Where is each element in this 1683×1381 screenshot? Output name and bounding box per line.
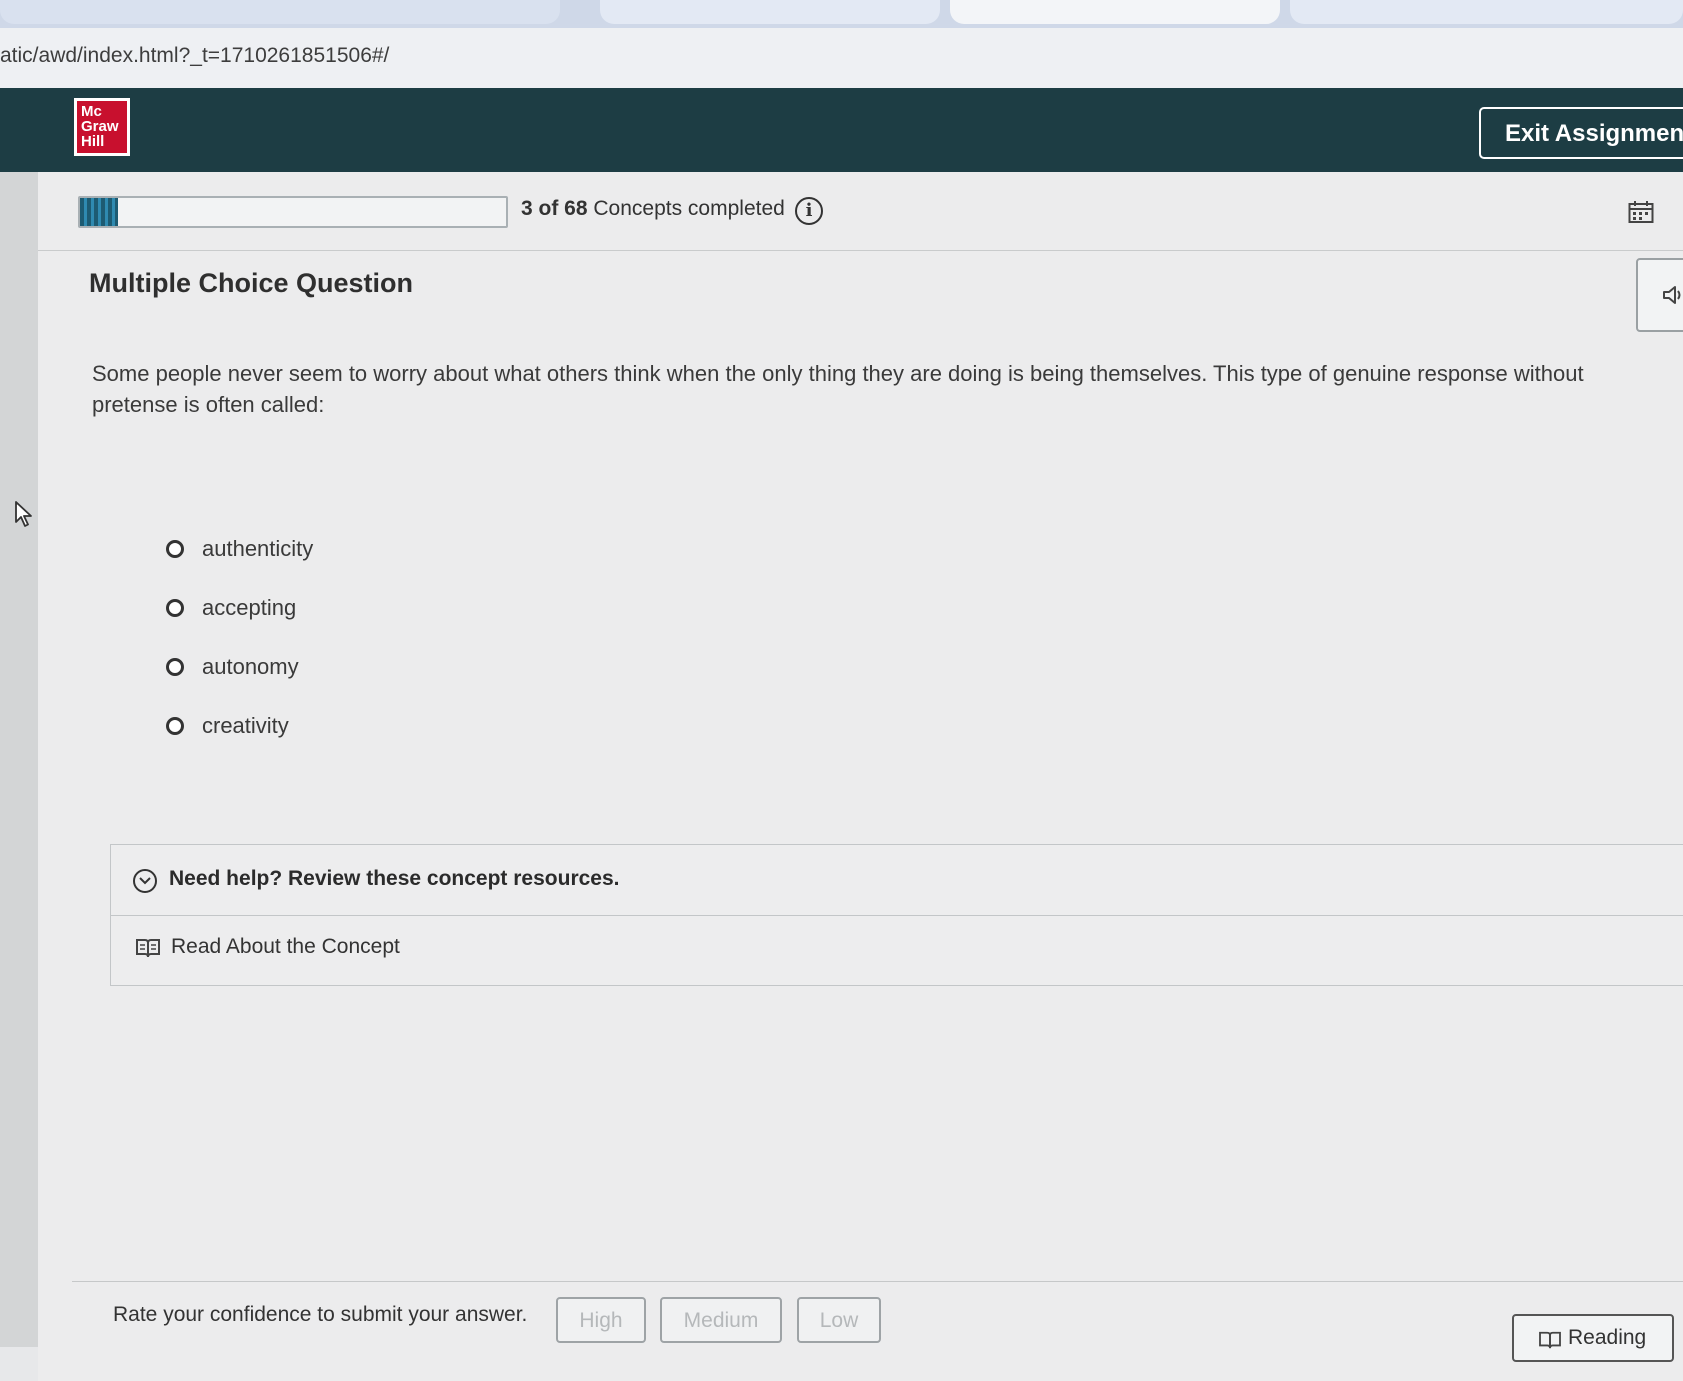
- calendar-icon[interactable]: [1628, 200, 1654, 229]
- confidence-high-button[interactable]: High: [556, 1297, 646, 1343]
- question-type-title: Multiple Choice Question: [89, 268, 414, 298]
- radio-button[interactable]: [166, 658, 184, 676]
- logo-line: Mc: [81, 103, 102, 120]
- exit-assignment-button[interactable]: Exit Assignment: [1479, 107, 1683, 159]
- reading-label[interactable]: Reading: [1568, 1326, 1646, 1350]
- browser-tab[interactable]: [0, 0, 560, 24]
- mcgraw-hill-logo: Mc Graw Hill: [74, 98, 130, 156]
- read-about-concept-link[interactable]: Read About the Concept: [135, 935, 400, 964]
- question-prompt: Some people never seem to worry about wh…: [92, 361, 1584, 417]
- radio-button[interactable]: [166, 540, 184, 558]
- answer-option-label[interactable]: autonomy: [202, 654, 299, 680]
- answer-option-label[interactable]: authenticity: [202, 536, 313, 562]
- logo-line: Hill: [81, 133, 105, 150]
- browser-tab-strip: [0, 0, 1683, 28]
- confidence-low-button[interactable]: Low: [797, 1297, 881, 1343]
- help-toggle-button[interactable]: Need help? Review these concept resource…: [111, 845, 1683, 916]
- progress-text: 3 of 68 Concepts completed: [521, 197, 785, 221]
- book-icon: [1539, 1331, 1561, 1349]
- app-header: Mc Graw Hill Exit Assignment: [0, 88, 1683, 172]
- confidence-medium-button[interactable]: Medium: [660, 1297, 782, 1343]
- browser-tab-active[interactable]: [950, 0, 1280, 24]
- main-content: [38, 172, 1683, 1381]
- browser-tab[interactable]: [600, 0, 940, 24]
- help-title[interactable]: Need help? Review these concept resource…: [169, 867, 620, 891]
- divider: [38, 250, 1683, 251]
- answer-option-label[interactable]: accepting: [202, 595, 296, 621]
- concept-progress-bar: [78, 196, 508, 228]
- speaker-icon: [1663, 286, 1681, 304]
- concept-resources-panel: Need help? Review these concept resource…: [110, 844, 1683, 986]
- reading-button[interactable]: Reading: [1512, 1314, 1674, 1362]
- footer-divider: [72, 1281, 1683, 1282]
- chevron-down-circle-icon: [133, 869, 157, 893]
- logo-line: Graw: [81, 118, 119, 135]
- progress-label: Concepts completed: [593, 197, 785, 220]
- radio-button[interactable]: [166, 599, 184, 617]
- confidence-prompt: Rate your confidence to submit your answ…: [113, 1303, 528, 1326]
- book-icon: [136, 939, 160, 958]
- url-text[interactable]: atic/awd/index.html?_t=1710261851506#/: [0, 44, 389, 68]
- read-about-concept-label[interactable]: Read About the Concept: [171, 935, 400, 959]
- audio-button[interactable]: [1636, 258, 1683, 332]
- info-icon[interactable]: i: [795, 197, 823, 225]
- browser-tab[interactable]: [1290, 0, 1683, 24]
- radio-button[interactable]: [166, 717, 184, 735]
- mouse-pointer-icon: [14, 500, 34, 533]
- answer-option-label[interactable]: creativity: [202, 713, 289, 739]
- progress-fill: [80, 198, 119, 226]
- progress-count: 3 of 68: [521, 197, 588, 220]
